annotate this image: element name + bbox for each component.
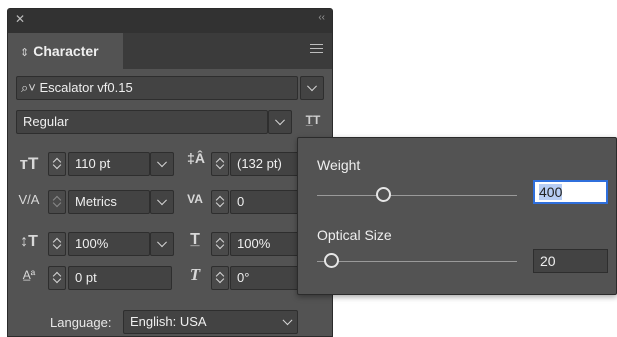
leading-icon: ‡Â bbox=[187, 150, 205, 166]
font-style-dropdown[interactable] bbox=[268, 110, 292, 134]
tab-expand-icon: ⇕ bbox=[20, 47, 30, 59]
optical-size-field[interactable]: 20 bbox=[533, 249, 608, 273]
font-family-value: Escalator vf0.15 bbox=[39, 80, 133, 95]
tracking-value: 0 bbox=[237, 194, 245, 209]
font-style-value: Regular bbox=[23, 114, 69, 129]
skew-field[interactable]: 0° bbox=[230, 266, 305, 290]
font-size-stepper[interactable] bbox=[48, 152, 66, 176]
font-family-dropdown[interactable] bbox=[300, 76, 324, 100]
optical-size-slider-track[interactable] bbox=[317, 261, 517, 262]
chevron-down-icon bbox=[157, 237, 167, 248]
skew-stepper[interactable] bbox=[211, 266, 229, 290]
panel-menu-icon[interactable] bbox=[310, 44, 323, 56]
kerning-dropdown[interactable] bbox=[150, 190, 174, 214]
chevron-down-icon bbox=[275, 115, 285, 126]
language-value: English: USA bbox=[130, 314, 207, 329]
font-size-dropdown[interactable] bbox=[150, 152, 174, 176]
tab-character[interactable]: ⇕ Character bbox=[8, 33, 123, 69]
horizontal-scale-field[interactable]: 100% bbox=[230, 232, 305, 256]
optical-size-value: 20 bbox=[540, 253, 556, 269]
tab-label: Character bbox=[33, 43, 99, 59]
panel-tabbar: ⇕ Character bbox=[8, 33, 332, 69]
search-icon[interactable]: ⌕˅ bbox=[21, 80, 36, 95]
font-size-value: 110 pt bbox=[75, 156, 111, 171]
character-panel: ✕ ‹‹ ⇕ Character ⌕˅ Escalator vf0.15 Regu… bbox=[7, 8, 333, 337]
horizontal-scale-icon: T̲ bbox=[190, 231, 200, 248]
weight-field[interactable]: 400 bbox=[533, 180, 608, 204]
vertical-scale-icon: ↕T bbox=[20, 233, 38, 250]
weight-slider-track[interactable] bbox=[317, 195, 517, 196]
tracking-icon: VA bbox=[187, 192, 203, 206]
optical-size-label: Optical Size bbox=[317, 227, 392, 243]
font-family-field[interactable]: ⌕˅ Escalator vf0.15 bbox=[16, 76, 298, 100]
chevron-down-icon bbox=[157, 195, 167, 206]
close-icon[interactable]: ✕ bbox=[15, 12, 25, 26]
collapse-icon[interactable]: ‹‹ bbox=[318, 12, 325, 23]
baseline-shift-value: 0 pt bbox=[75, 270, 97, 285]
leading-stepper[interactable] bbox=[211, 152, 229, 176]
baseline-shift-icon: A̲ª bbox=[22, 268, 36, 282]
skew-value: 0° bbox=[237, 270, 250, 285]
skew-icon: T bbox=[189, 265, 201, 284]
horizontal-scale-stepper[interactable] bbox=[211, 232, 229, 256]
font-size-field[interactable]: 110 pt bbox=[68, 152, 150, 176]
tracking-stepper[interactable] bbox=[211, 190, 229, 214]
font-size-icon: тT bbox=[19, 154, 39, 173]
chevron-down-icon bbox=[307, 81, 317, 92]
kerning-icon: V/A bbox=[18, 192, 40, 207]
vertical-scale-value: 100% bbox=[75, 236, 109, 251]
horizontal-scale-value: 100% bbox=[237, 236, 271, 251]
vertical-scale-stepper[interactable] bbox=[48, 232, 66, 256]
kerning-value: Metrics bbox=[75, 194, 117, 209]
weight-slider-knob[interactable] bbox=[375, 187, 391, 202]
tracking-field[interactable]: 0 bbox=[230, 190, 305, 214]
panel-titlebar: ✕ ‹‹ bbox=[8, 9, 332, 33]
optical-size-slider-knob[interactable] bbox=[323, 253, 339, 268]
kerning-field[interactable]: Metrics bbox=[68, 190, 150, 214]
weight-value: 400 bbox=[539, 184, 563, 200]
leading-value: (132 pt) bbox=[237, 156, 282, 171]
vertical-scale-dropdown[interactable] bbox=[150, 232, 174, 256]
baseline-shift-field[interactable]: 0 pt bbox=[68, 266, 172, 290]
chevron-down-icon bbox=[282, 315, 293, 326]
baseline-shift-stepper[interactable] bbox=[48, 266, 66, 290]
font-style-field[interactable]: Regular bbox=[16, 110, 268, 134]
kerning-stepper[interactable] bbox=[48, 190, 66, 214]
language-select[interactable]: English: USA bbox=[123, 310, 298, 334]
weight-label: Weight bbox=[317, 157, 361, 173]
variable-font-icon[interactable]: T̲T bbox=[300, 113, 326, 127]
vertical-scale-field[interactable]: 100% bbox=[68, 232, 150, 256]
variable-font-popover: Weight 400 Optical Size 20 bbox=[297, 137, 617, 295]
chevron-down-icon bbox=[157, 157, 167, 168]
language-label: Language: bbox=[50, 315, 112, 330]
leading-field[interactable]: (132 pt) bbox=[230, 152, 305, 176]
